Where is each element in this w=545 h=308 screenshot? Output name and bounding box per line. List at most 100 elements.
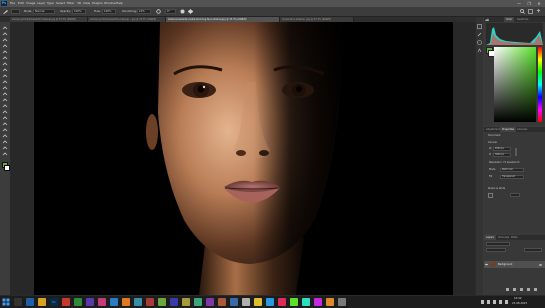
app-icon-rose[interactable]: [278, 298, 286, 306]
height-field[interactable]: 3000 px: [493, 153, 511, 157]
minimize-button[interactable]: —: [514, 0, 524, 7]
menu-plugins[interactable]: Plugins: [92, 1, 103, 6]
app-icon-slate[interactable]: [338, 298, 346, 306]
menu-edit[interactable]: Edit: [18, 1, 24, 6]
lasso-tool-icon[interactable]: [2, 38, 8, 42]
marquee-tool-icon[interactable]: [2, 32, 8, 36]
character-panel-icon[interactable]: [477, 48, 482, 53]
smoothing-field[interactable]: 10%: [137, 9, 151, 14]
symmetry-icon[interactable]: [187, 9, 194, 14]
color-picker-field[interactable]: [494, 47, 536, 122]
app-icon-green[interactable]: [74, 298, 82, 306]
menu-type[interactable]: Type: [47, 1, 54, 6]
gradient-tool-icon[interactable]: [2, 98, 8, 102]
history-panel-icon[interactable]: [477, 24, 482, 29]
layer-row-background[interactable]: Background: [484, 261, 545, 268]
grid-units-dropdown[interactable]: [510, 193, 520, 197]
tab-swatches[interactable]: Swatches: [515, 17, 530, 22]
app-icon-lime[interactable]: [158, 298, 166, 306]
hue-slider[interactable]: [538, 47, 542, 122]
zoom-tool-icon[interactable]: [2, 146, 8, 150]
mode-dropdown[interactable]: Normal: [33, 9, 55, 14]
tab-color[interactable]: Color: [504, 17, 515, 22]
layer-opacity-field[interactable]: [524, 248, 542, 252]
file-explorer-icon[interactable]: [38, 298, 46, 306]
chrome-icon[interactable]: [62, 298, 70, 306]
type-tool-icon[interactable]: [2, 122, 8, 126]
blend-mode-dropdown[interactable]: [486, 248, 506, 252]
edge-icon[interactable]: [26, 298, 34, 306]
tab-layers[interactable]: Layers: [484, 235, 496, 240]
app-icon-red[interactable]: [146, 298, 154, 306]
opacity-field[interactable]: 100%: [72, 9, 86, 14]
eyedropper-tool-icon[interactable]: [2, 62, 8, 66]
quick-select-tool-icon[interactable]: [2, 44, 8, 48]
pen-tool-icon[interactable]: [2, 116, 8, 120]
app-icon-yellow[interactable]: [254, 298, 262, 306]
clock-date[interactable]: 23-08-2023: [512, 302, 527, 305]
tab-properties[interactable]: Properties: [500, 127, 517, 132]
menu-select[interactable]: Select: [56, 1, 65, 6]
angle-field[interactable]: 0°: [165, 9, 176, 14]
search-taskbar-icon[interactable]: [14, 298, 22, 306]
healing-brush-tool-icon[interactable]: [2, 68, 8, 72]
pressure-size-icon[interactable]: [180, 9, 185, 14]
tab-paths[interactable]: Paths: [509, 235, 520, 240]
start-icon[interactable]: [2, 298, 10, 306]
dodge-tool-icon[interactable]: [2, 110, 8, 114]
app-icon-bright-green[interactable]: [290, 298, 298, 306]
menu-file[interactable]: File: [10, 1, 15, 6]
color-mode-dropdown[interactable]: RGB Color: [500, 168, 524, 172]
canvas-area[interactable]: [10, 22, 475, 295]
crop-tool-icon[interactable]: [2, 50, 8, 54]
brush-size-picker[interactable]: [11, 9, 20, 14]
flow-field[interactable]: 100%: [102, 9, 116, 14]
menu-layer[interactable]: Layer: [37, 1, 45, 6]
frame-tool-icon[interactable]: [2, 56, 8, 60]
eraser-tool-icon[interactable]: [2, 92, 8, 96]
search-icon[interactable]: [520, 9, 525, 14]
menu-filter[interactable]: Filter: [67, 1, 74, 6]
eye-icon[interactable]: [485, 263, 488, 266]
app-icon-teal[interactable]: [134, 298, 142, 306]
app-icon-sky[interactable]: [266, 298, 274, 306]
brush-tool-icon[interactable]: [2, 74, 8, 78]
clone-stamp-tool-icon[interactable]: [2, 80, 8, 84]
clock-time[interactable]: 10:42: [514, 297, 521, 300]
app-icon-mint[interactable]: [194, 298, 202, 306]
edit-toolbar-tool-icon[interactable]: [2, 152, 8, 156]
app-icon-magenta[interactable]: [314, 298, 322, 306]
tab-histogram[interactable]: [484, 17, 489, 22]
menu-window[interactable]: Window: [104, 1, 116, 6]
app-icon-blue[interactable]: [110, 298, 118, 306]
menu-3d[interactable]: 3D: [77, 1, 81, 6]
layer-filter-dropdown[interactable]: [486, 242, 510, 246]
info-panel-icon[interactable]: [477, 40, 482, 45]
ruler-icon[interactable]: [488, 193, 493, 198]
menu-image[interactable]: Image: [26, 1, 35, 6]
system-tray[interactable]: [480, 299, 510, 305]
menu-view[interactable]: View: [83, 1, 90, 6]
tab-libraries[interactable]: Libraries: [515, 127, 529, 132]
width-field[interactable]: 2000 px: [493, 147, 511, 151]
menu-help[interactable]: Help: [116, 1, 123, 6]
move-tool-icon[interactable]: [2, 26, 8, 30]
app-icon-violet[interactable]: [206, 298, 214, 306]
share-icon[interactable]: [536, 9, 541, 14]
app-icon-brown[interactable]: [218, 298, 226, 306]
path-select-tool-icon[interactable]: [2, 128, 8, 132]
app-icon-gray[interactable]: [242, 298, 250, 306]
hand-tool-icon[interactable]: [2, 140, 8, 144]
app-icon-pink[interactable]: [98, 298, 106, 306]
app-icon-orange[interactable]: [122, 298, 130, 306]
app-icon-cyan[interactable]: [302, 298, 310, 306]
link-icon[interactable]: [514, 147, 518, 157]
photoshop-taskbar-icon[interactable]: Ps: [50, 298, 58, 306]
workspace-icon[interactable]: [528, 9, 533, 14]
fill-dropdown[interactable]: Transparent: [500, 175, 524, 179]
brush-settings-icon[interactable]: [477, 32, 482, 37]
history-brush-tool-icon[interactable]: [2, 86, 8, 90]
maximize-button[interactable]: ❐: [524, 0, 534, 7]
rectangle-tool-icon[interactable]: [2, 134, 8, 138]
blur-tool-icon[interactable]: [2, 104, 8, 108]
